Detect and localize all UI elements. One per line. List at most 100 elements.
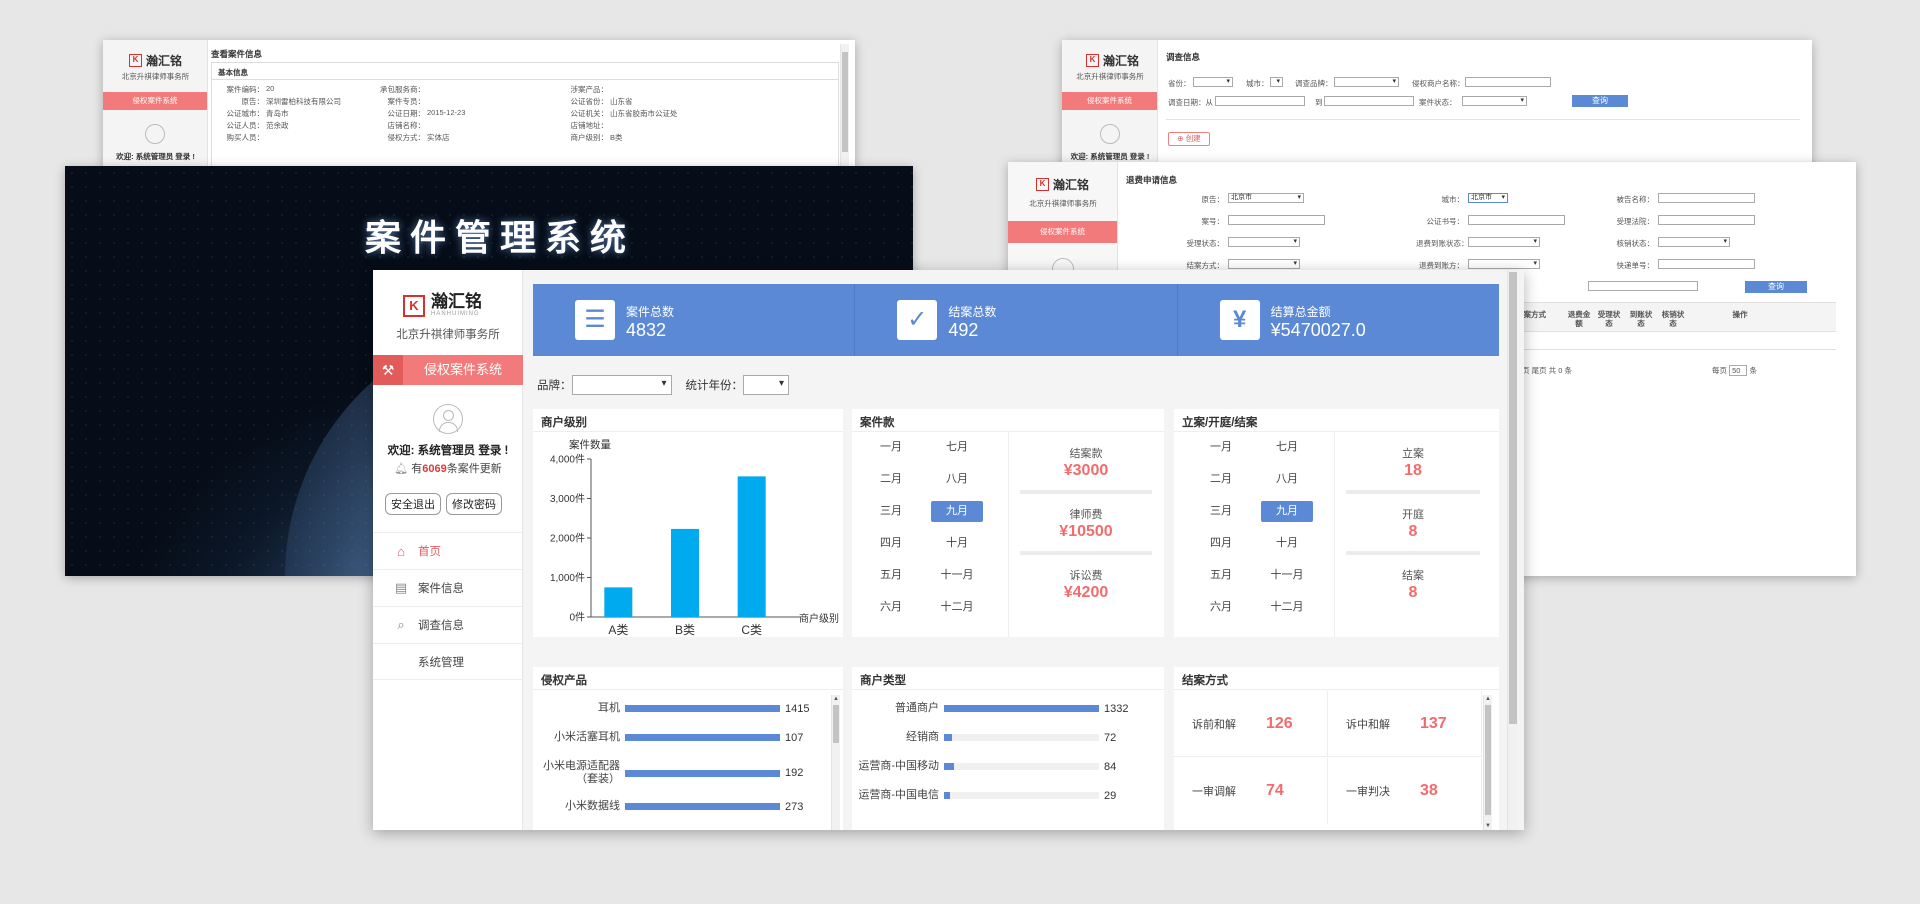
month-button[interactable]: 五月 <box>1188 565 1254 586</box>
pager-info: 页 尾页 共 0 条 <box>1522 366 1573 375</box>
status-select[interactable] <box>1462 96 1527 106</box>
welcome-text: 欢迎: 系统管理员 登录 ! <box>116 152 195 161</box>
month-button[interactable]: 三月 <box>1188 501 1254 522</box>
month-button[interactable]: 四月 <box>858 533 924 554</box>
page-scrollbar-thumb[interactable] <box>1509 272 1517 724</box>
date-to-input[interactable] <box>1588 281 1698 291</box>
bar-track <box>944 705 1099 712</box>
month-button[interactable]: 五月 <box>858 565 924 586</box>
nav-system-admin[interactable]: 系统管理 <box>373 643 523 680</box>
month-button[interactable]: 八月 <box>924 469 990 490</box>
city-select[interactable]: 北京市 <box>1468 193 1508 203</box>
section-box: 基本信息 案件编码： 20 承包服务商： 涉案产品： 原告： 深圳雷柏科技有限公司 案件专员… <box>211 62 839 168</box>
bar-fill <box>944 705 1099 712</box>
filter-field[interactable] <box>1658 237 1730 247</box>
scroll-up-icon[interactable]: ▲ <box>832 695 840 703</box>
filter-field[interactable] <box>1658 215 1755 225</box>
merchant-input[interactable] <box>1465 77 1551 87</box>
panel-title: 结案方式 <box>1182 675 1228 687</box>
per-page-select[interactable]: 50 <box>1729 365 1748 376</box>
scrollbar[interactable]: ▲ <box>831 695 840 830</box>
stats-bar: ☰ 案件总数 4832 ✓ 结案总数 492 ¥ 结算总金额 ¥5470027.0 <box>533 284 1499 356</box>
system-name-bar[interactable]: 侵权案件系统 <box>1008 221 1117 243</box>
summary-item: 结案款 ¥3000 <box>1014 445 1158 480</box>
month-button[interactable]: 六月 <box>1188 597 1254 618</box>
logout-button[interactable]: 安全退出 <box>385 493 441 515</box>
query-button[interactable]: 查询 <box>1572 95 1628 107</box>
y-axis-title: 案件数量 <box>569 438 611 451</box>
filter-field[interactable] <box>1468 215 1565 225</box>
bar-fill <box>944 734 953 741</box>
nav-home[interactable]: ⌂ 首页 <box>373 532 523 569</box>
month-button[interactable]: 十一月 <box>1254 565 1320 586</box>
panel-title-divider <box>852 689 1164 690</box>
month-button[interactable]: 十一月 <box>924 565 990 586</box>
info-label: 公证省份： <box>570 97 609 106</box>
filter-field[interactable] <box>1468 237 1540 247</box>
summary-separator <box>1346 551 1480 555</box>
month-button[interactable]: 七月 <box>924 437 990 458</box>
brand-select[interactable] <box>1334 77 1399 87</box>
system-name-bar[interactable]: 侵权案件系统 <box>1062 92 1157 110</box>
month-button[interactable]: 一月 <box>858 437 924 458</box>
scrollbar-thumb[interactable] <box>1485 705 1491 815</box>
scrollbar-thumb[interactable] <box>833 705 839 743</box>
merchant-level-panel: 商户级别 案件数量 0件 1,000件 2,000件 3,000件 4,000件 A类 B类 C… <box>533 409 843 637</box>
stat-label: 案件总数 <box>626 305 675 319</box>
closing-method-cell: 一审判决 38 <box>1328 758 1482 824</box>
system-name-bar[interactable]: ⚒ 侵权案件系统 <box>373 355 523 385</box>
month-button[interactable]: 四月 <box>1188 533 1254 554</box>
scrollbar-thumb[interactable] <box>842 52 848 152</box>
month-button[interactable]: 七月 <box>1254 437 1320 458</box>
province-select[interactable]: 北京市 <box>1228 193 1304 203</box>
scrollbar[interactable] <box>840 44 849 168</box>
filter-field[interactable] <box>1468 259 1540 269</box>
change-password-button[interactable]: 修改密码 <box>446 493 502 515</box>
scrollbar[interactable]: ▲ ▼ <box>1483 695 1492 830</box>
system-name-bar[interactable]: 侵权案件系统 <box>103 92 207 110</box>
month-button[interactable]: 三月 <box>858 501 924 522</box>
filter-field[interactable] <box>1658 193 1755 203</box>
brand-logo: K 瀚汇铭 <box>129 52 182 69</box>
month-button[interactable]: 六月 <box>858 597 924 618</box>
month-button[interactable]: 二月 <box>858 469 924 490</box>
month-button[interactable]: 一月 <box>1188 437 1254 458</box>
y-tick-label: 2,000件 <box>550 533 585 545</box>
x-axis-title: 商户级别 <box>799 612 839 625</box>
province-select[interactable] <box>1193 77 1233 87</box>
panel-title-divider <box>533 689 843 690</box>
brand-filter-select[interactable] <box>571 375 672 395</box>
filter-field[interactable] <box>1658 259 1755 269</box>
filter-field[interactable] <box>1228 215 1325 225</box>
date-to-input[interactable] <box>1324 96 1414 106</box>
nav-case-info[interactable]: ▤ 案件信息 <box>373 569 523 606</box>
nav-investigation[interactable]: ⌕ 调查信息 <box>373 606 523 643</box>
month-button[interactable]: 十二月 <box>1254 597 1320 618</box>
scroll-up-icon[interactable]: ▲ <box>1484 695 1492 703</box>
query-button[interactable]: 查询 <box>1745 281 1807 293</box>
filter-field[interactable] <box>1228 259 1300 269</box>
month-button[interactable]: 十二月 <box>924 597 990 618</box>
month-button[interactable]: 二月 <box>1188 469 1254 490</box>
create-button[interactable]: ⊕ 创建 <box>1168 132 1210 146</box>
update-notice[interactable]: 🔔︎ 有6069条案件更新 <box>373 460 523 476</box>
month-button[interactable]: 十月 <box>1254 533 1320 554</box>
month-button[interactable]: 九月 <box>1261 501 1313 522</box>
city-select[interactable] <box>1270 77 1283 87</box>
bar-row: 小米数据线 273 <box>533 800 803 813</box>
year-filter-select[interactable] <box>743 375 789 395</box>
scroll-down-icon[interactable]: ▼ <box>1484 822 1492 830</box>
date-from-input[interactable] <box>1215 96 1305 106</box>
table-header-cell: 受理状态 <box>1597 310 1621 328</box>
page-scrollbar[interactable] <box>1507 270 1518 830</box>
month-button[interactable]: 九月 <box>931 501 983 522</box>
document-list-icon: ☰ <box>575 300 615 340</box>
firm-name: 北京升祺律师事务所 <box>121 72 190 81</box>
info-label: 公证机关： <box>570 109 609 118</box>
info-value: B类 <box>610 133 623 142</box>
info-value: 范余政 <box>266 121 289 130</box>
filter-field[interactable] <box>1228 237 1300 247</box>
month-button[interactable]: 八月 <box>1254 469 1320 490</box>
month-button[interactable]: 十月 <box>924 533 990 554</box>
filter-label: 退费到账状态： <box>1416 239 1469 248</box>
